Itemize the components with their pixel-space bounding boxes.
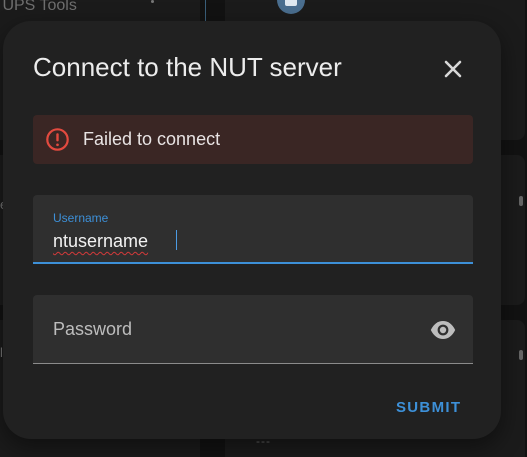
show-password-button[interactable] (428, 315, 458, 345)
username-label: Username (53, 211, 109, 225)
password-input[interactable] (53, 317, 423, 341)
close-button[interactable] (436, 52, 470, 86)
background-card-scrollbar (519, 350, 523, 360)
eye-icon (430, 321, 456, 339)
dialog-title: Connect to the NUT server (33, 52, 342, 82)
close-icon (444, 60, 462, 78)
background-card-scrollbar (519, 196, 523, 206)
text-cursor (176, 230, 177, 250)
connect-dialog: Connect to the NUT server Failed to conn… (3, 21, 501, 439)
username-field[interactable]: Username ntusername (33, 195, 473, 264)
error-icon (46, 128, 69, 151)
more-options-icon (150, 0, 156, 4)
submit-button[interactable]: Submit (396, 391, 482, 423)
username-value: ntusername (53, 231, 149, 251)
error-alert: Failed to connect (33, 115, 473, 164)
password-field[interactable] (33, 295, 473, 364)
background-card-title: k UPS Tools (0, 0, 77, 14)
alert-message: Failed to connect (83, 129, 221, 149)
background-divider (205, 0, 206, 22)
